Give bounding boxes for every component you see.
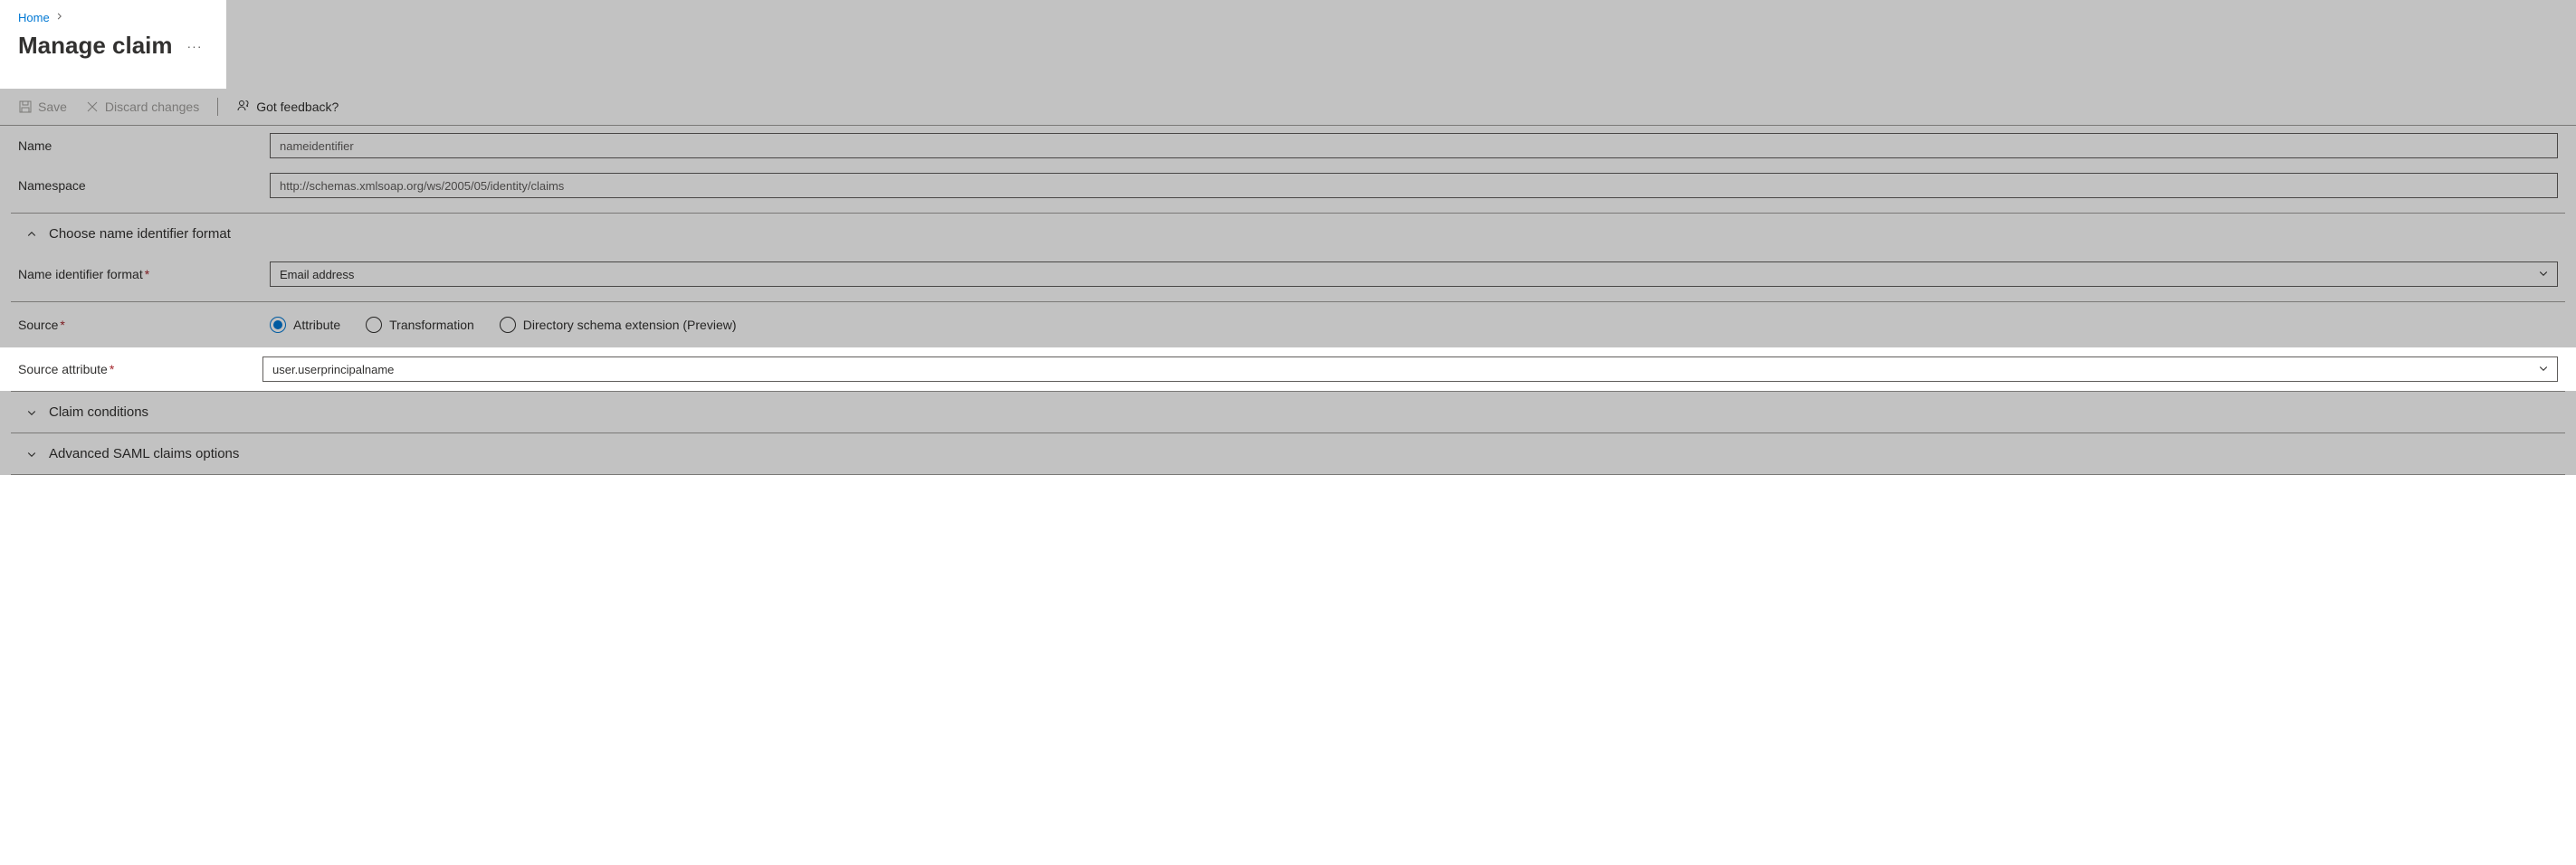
nif-select[interactable]	[270, 261, 2558, 287]
source-attribute-row: Source attribute*	[0, 347, 2576, 391]
source-attribute-select[interactable]	[262, 356, 2558, 382]
source-radio-dse-label: Directory schema extension (Preview)	[523, 318, 737, 332]
advanced-options-toggle[interactable]: Advanced SAML claims options	[0, 433, 2576, 474]
command-bar: Save Discard changes Got feedback?	[0, 89, 2576, 126]
radio-unchecked-icon	[366, 317, 382, 333]
source-radio-transformation-label: Transformation	[389, 318, 474, 332]
command-separator	[217, 98, 218, 116]
breadcrumb: Home	[18, 7, 208, 32]
namespace-input[interactable]	[270, 173, 2558, 198]
page-title: Manage claim	[18, 32, 173, 60]
required-indicator: *	[60, 318, 64, 332]
claim-conditions-label: Claim conditions	[49, 404, 148, 420]
breadcrumb-home-link[interactable]: Home	[18, 11, 50, 24]
name-input[interactable]	[270, 133, 2558, 158]
feedback-label: Got feedback?	[256, 100, 339, 114]
save-label: Save	[38, 100, 67, 114]
save-button[interactable]: Save	[18, 100, 67, 114]
more-actions-button[interactable]: ···	[187, 39, 203, 53]
feedback-button[interactable]: Got feedback?	[236, 99, 339, 116]
source-label: Source*	[18, 318, 262, 332]
nif-section-toggle[interactable]: Choose name identifier format	[0, 214, 2576, 254]
required-indicator: *	[145, 267, 149, 281]
namespace-label: Namespace	[18, 178, 262, 193]
save-icon	[18, 100, 33, 114]
source-radio-dse[interactable]: Directory schema extension (Preview)	[500, 317, 737, 333]
chevron-down-icon	[25, 449, 38, 460]
nif-row: Name identifier format*	[0, 254, 2576, 294]
radio-checked-icon	[270, 317, 286, 333]
required-indicator: *	[110, 362, 114, 376]
discard-button[interactable]: Discard changes	[85, 100, 199, 114]
source-radio-attribute-label: Attribute	[293, 318, 340, 332]
feedback-icon	[236, 99, 251, 116]
nif-section-label: Choose name identifier format	[49, 226, 231, 242]
discard-icon	[85, 100, 100, 114]
chevron-right-icon	[55, 12, 64, 24]
nif-label: Name identifier format*	[18, 267, 262, 281]
name-row: Name	[0, 126, 2576, 166]
chevron-up-icon	[25, 229, 38, 240]
source-attribute-label: Source attribute*	[18, 362, 262, 376]
chevron-down-icon	[25, 407, 38, 418]
namespace-row: Namespace	[0, 166, 2576, 205]
source-radio-group: Attribute Transformation Directory schem…	[270, 317, 2558, 333]
advanced-options-label: Advanced SAML claims options	[49, 446, 239, 461]
source-row: Source* Attribute Transformation Directo…	[0, 302, 2576, 347]
source-radio-transformation[interactable]: Transformation	[366, 317, 474, 333]
name-label: Name	[18, 138, 262, 153]
discard-label: Discard changes	[105, 100, 199, 114]
divider	[11, 474, 2565, 475]
radio-unchecked-icon	[500, 317, 516, 333]
claim-conditions-toggle[interactable]: Claim conditions	[0, 392, 2576, 432]
source-radio-attribute[interactable]: Attribute	[270, 317, 340, 333]
